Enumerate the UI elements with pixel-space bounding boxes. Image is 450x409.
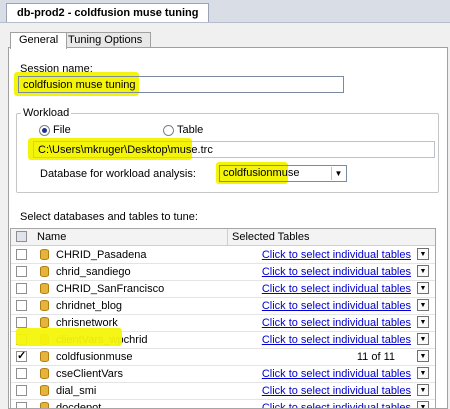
chevron-down-icon[interactable]: ▼ [417,367,429,379]
chevron-down-icon[interactable]: ▼ [417,248,429,260]
radio-file[interactable] [39,125,50,136]
row-checkbox[interactable] [16,368,27,379]
row-name: chridnet_blog [56,300,123,312]
database-icon [40,402,49,408]
row-selected-tables[interactable]: Click to select individual tables [262,283,411,295]
row-selected-tables[interactable]: Click to select individual tables [262,266,411,278]
row-checkbox[interactable] [16,266,27,277]
row-name: chrid_sandiego [56,266,131,278]
grid-header: Name Selected Tables [11,229,435,246]
chevron-down-icon[interactable]: ▼ [417,384,429,396]
row-selected-tables[interactable]: Click to select individual tables [262,334,411,346]
table-row[interactable]: CHRID_SanFrancisco Click to select indivi… [11,280,435,298]
column-divider [227,229,228,245]
row-selected-tables[interactable]: Click to select individual tables [262,249,411,261]
chevron-down-icon[interactable]: ▼ [417,333,429,345]
row-checkbox[interactable] [16,249,27,260]
workload-file-path[interactable]: C:\Users\mkruger\Desktop\muse.trc [33,141,435,158]
table-row[interactable]: ✓ coldfusionmuse 11 of 11 ▼ [11,348,435,366]
row-checkbox[interactable] [16,283,27,294]
database-icon [40,266,49,277]
row-selected-tables[interactable]: Click to select individual tables [262,368,411,380]
document-tab[interactable]: db-prod2 - coldfusion muse tuning [6,3,210,22]
row-checkbox[interactable] [16,402,27,408]
db-workload-value: coldfusionmuse [223,167,300,179]
chevron-down-icon[interactable]: ▼ [417,316,429,328]
row-checkbox[interactable]: ✓ [16,351,27,362]
column-selected-tables[interactable]: Selected Tables [232,231,309,243]
database-icon [40,385,49,396]
row-checkbox[interactable] [16,300,27,311]
db-workload-label: Database for workload analysis: [40,168,196,180]
chevron-down-icon[interactable]: ▼ [417,401,429,408]
chevron-down-icon[interactable]: ▼ [417,265,429,277]
row-selected-tables[interactable]: Click to select individual tables [262,300,411,312]
session-name-value: coldfusion muse tuning [23,79,136,91]
row-name: docdepot [56,402,102,409]
chevron-down-icon[interactable]: ▼ [331,167,345,180]
radio-table[interactable] [163,125,174,136]
row-name: CHRID_Pasadena [56,249,147,261]
table-row[interactable]: chridnet_blog Click to select individual … [11,297,435,315]
database-icon [40,351,49,362]
table-row[interactable]: CHRID_Pasadena Click to select individual… [11,246,435,264]
db-workload-select[interactable]: coldfusionmuse ▼ [219,165,347,182]
chevron-down-icon[interactable]: ▼ [417,299,429,311]
column-name[interactable]: Name [37,231,66,243]
database-icon [40,300,49,311]
table-row[interactable]: dial_smi Click to select individual table… [11,382,435,400]
tab-tuning-options[interactable]: Tuning Options [59,32,152,48]
database-icon [40,317,49,328]
highlight-coldfusionmuse [16,328,122,346]
session-name-input[interactable]: coldfusion muse tuning [18,76,344,93]
workload-file-path-value: C:\Users\mkruger\Desktop\muse.trc [38,144,213,156]
select-all-checkbox[interactable] [16,231,27,242]
row-checkbox[interactable] [16,385,27,396]
row-selected-tables[interactable]: Click to select individual tables [262,385,411,397]
table-row[interactable]: docdepot Click to select individual table… [11,399,435,409]
database-icon [40,249,49,260]
databases-grid: Name Selected Tables CHRID_Pasadena Click… [10,228,436,409]
row-name: coldfusionmuse [56,351,133,363]
radio-table-label: Table [177,124,204,136]
tab-bar: General Tuning Options [0,32,450,49]
database-icon [40,368,49,379]
select-databases-label: Select databases and tables to tune: [20,211,198,223]
database-icon [40,283,49,294]
row-selected-tables[interactable]: 11 of 11 [357,351,395,363]
row-name: cseClientVars [56,368,124,380]
radio-file-label: File [53,124,71,136]
row-name: CHRID_SanFrancisco [56,283,165,295]
workload-legend: Workload [23,107,70,119]
chevron-down-icon[interactable]: ▼ [417,350,429,362]
document-tab-strip: db-prod2 - coldfusion muse tuning [0,0,450,23]
row-selected-tables[interactable]: Click to select individual tables [262,317,411,329]
row-name: dial_smi [56,385,97,397]
chevron-down-icon[interactable]: ▼ [417,282,429,294]
tab-general[interactable]: General [10,32,68,49]
table-row[interactable]: cseClientVars Click to select individual … [11,365,435,383]
table-row[interactable]: chrid_sandiego Click to select individual… [11,263,435,281]
row-checkbox[interactable] [16,317,27,328]
row-selected-tables[interactable]: Click to select individual tables [262,402,411,408]
